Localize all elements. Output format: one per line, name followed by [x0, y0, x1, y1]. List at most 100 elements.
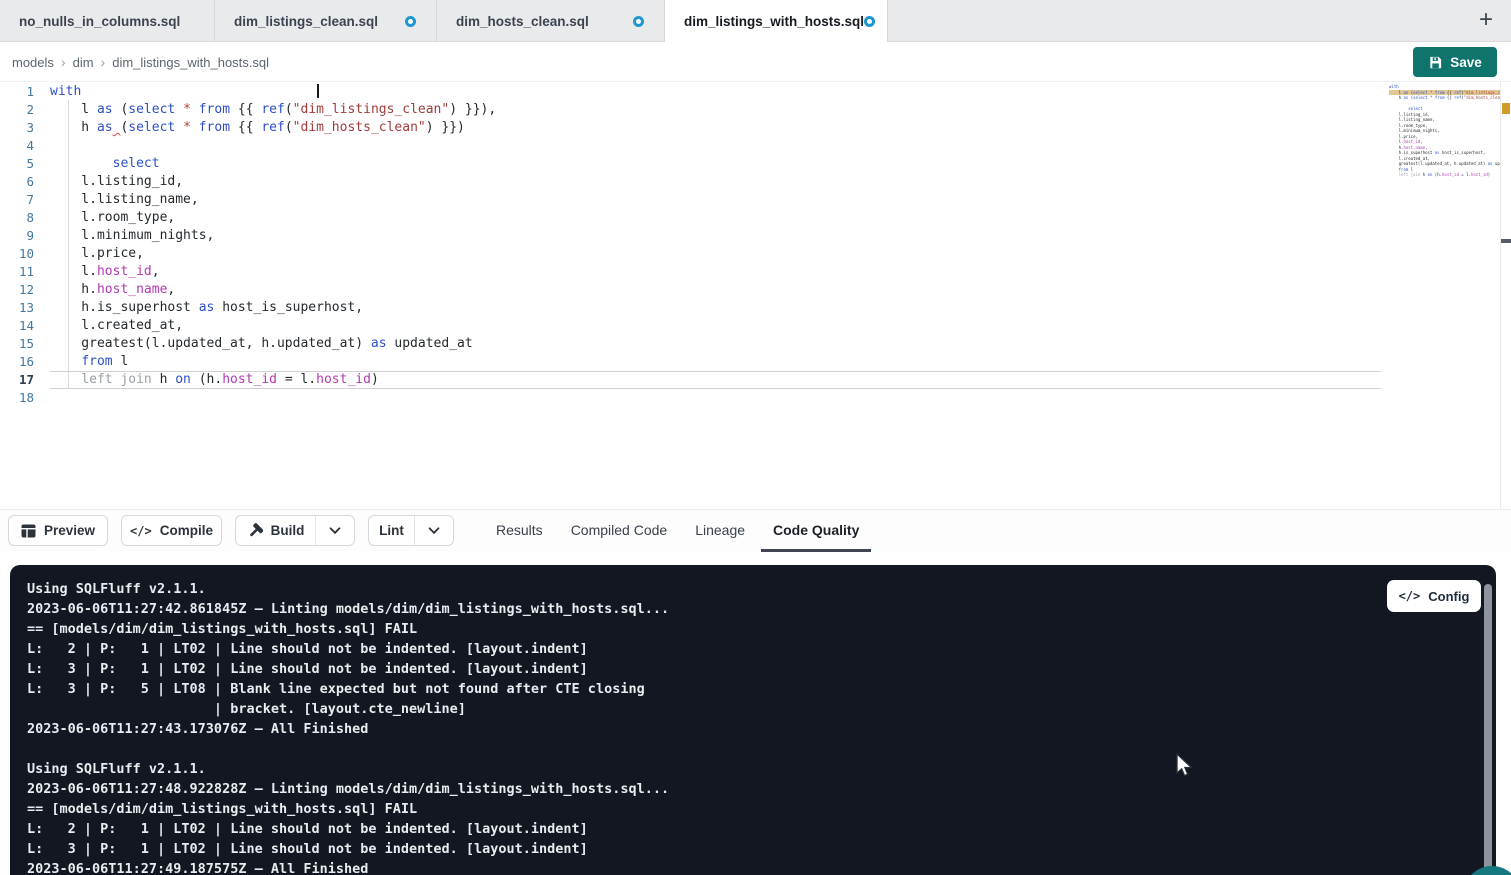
terminal-line: [27, 739, 1496, 759]
code-line: l.host_id,: [50, 263, 1381, 281]
terminal-line: 2023-06-06T11:27:43.173076Z — All Finish…: [27, 719, 1496, 739]
terminal-line: Using SQLFluff v2.1.1.: [27, 759, 1496, 779]
tab-label: no_nulls_in_columns.sql: [19, 14, 180, 29]
editor-tab[interactable]: dim_hosts_clean.sql: [437, 0, 665, 42]
line-number: 14: [0, 317, 34, 335]
terminal-line: | bracket. [layout.cte_newline]: [27, 699, 1496, 719]
table-grid-icon: [21, 524, 36, 538]
editor-tab-bar: no_nulls_in_columns.sql dim_listings_clea…: [0, 0, 1511, 42]
code-line: [50, 137, 1381, 155]
line-number: 5: [0, 155, 34, 173]
overview-ruler-warning-marker: [1502, 103, 1510, 114]
lint-label: Lint: [379, 523, 404, 538]
terminal-line: == [models/dim/dim_listings_with_hosts.s…: [27, 619, 1496, 639]
breadcrumb-segment-models[interactable]: models: [12, 55, 54, 70]
lint-dropdown-button[interactable]: [414, 515, 454, 546]
overview-ruler-border: [1500, 82, 1501, 509]
code-icon: </>: [1399, 589, 1421, 603]
tab-label: dim_hosts_clean.sql: [456, 14, 589, 29]
lint-config-button[interactable]: </> Config: [1387, 580, 1481, 612]
line-number: 18: [0, 389, 34, 407]
minimap-line: left join h on (h.host_id = l.host_id): [1389, 172, 1500, 178]
code-line: l.room_type,: [50, 209, 1381, 227]
terminal-line: == [models/dim/dim_listings_with_hosts.s…: [27, 799, 1496, 819]
tab-label: dim_listings_clean.sql: [234, 14, 378, 29]
chevron-down-icon: [428, 527, 440, 535]
editor-toolbar: Preview </> Compile Build Lint: [0, 509, 1511, 551]
code-line: [50, 389, 1381, 407]
chevron-down-icon: [329, 527, 341, 535]
floppy-disk-icon: [1428, 55, 1443, 70]
tab-code-quality[interactable]: Code Quality: [759, 510, 873, 552]
line-number: 7: [0, 191, 34, 209]
line-number: 8: [0, 209, 34, 227]
terminal-scrollbar[interactable]: [1484, 584, 1492, 875]
build-label: Build: [271, 523, 305, 538]
minimap[interactable]: with l as (select * from {{ ref("dim_lis…: [1389, 84, 1500, 183]
overview-ruler-position-marker: [1501, 239, 1511, 243]
preview-button[interactable]: Preview: [8, 515, 108, 546]
line-number: 15: [0, 335, 34, 353]
line-number-gutter: 123456789101112131415161718: [0, 83, 34, 407]
mouse-cursor: [1176, 753, 1195, 785]
tab-lineage[interactable]: Lineage: [681, 510, 759, 552]
terminal-line: L: 3 | P: 1 | LT02 | Line should not be …: [27, 659, 1496, 679]
line-number: 11: [0, 263, 34, 281]
code-line: l.listing_name,: [50, 191, 1381, 209]
save-button[interactable]: Save: [1413, 47, 1497, 77]
breadcrumb: models › dim › dim_listings_with_hosts.s…: [12, 42, 269, 82]
line-number: 17: [0, 371, 34, 389]
line-number: 9: [0, 227, 34, 245]
unsaved-changes-dot-icon: [405, 16, 416, 27]
editor-tab[interactable]: dim_listings_with_hosts.sql: [665, 0, 888, 42]
line-number: 4: [0, 137, 34, 155]
code-line: select: [50, 155, 1381, 173]
compile-button[interactable]: </> Compile: [121, 515, 222, 546]
code-line: l.created_at,: [50, 317, 1381, 335]
build-button[interactable]: Build: [235, 515, 316, 546]
new-tab-button[interactable]: +: [1471, 6, 1501, 36]
code-icon: </>: [130, 524, 152, 538]
minimap-line: [1389, 178, 1500, 184]
terminal-line: L: 3 | P: 5 | LT08 | Blank line expected…: [27, 679, 1496, 699]
terminal-line: L: 3 | P: 1 | LT02 | Line should not be …: [27, 839, 1496, 859]
code-line: l as (select * from {{ ref("dim_listings…: [50, 101, 1381, 119]
lint-button[interactable]: Lint: [368, 515, 415, 546]
results-panel-tabs: Results Compiled Code Lineage Code Quali…: [482, 510, 873, 552]
hammer-icon: [247, 523, 263, 539]
breadcrumb-separator: ›: [94, 54, 113, 70]
code-line: h.is_superhost as host_is_superhost,: [50, 299, 1381, 317]
code-lines: with l as (select * from {{ ref("dim_lis…: [50, 83, 1381, 407]
terminal-line: L: 2 | P: 1 | LT02 | Line should not be …: [27, 639, 1496, 659]
code-editor[interactable]: 123456789101112131415161718 with l as (s…: [0, 82, 1511, 509]
unsaved-changes-dot-icon: [864, 16, 875, 27]
breadcrumb-separator: ›: [54, 54, 73, 70]
editor-tab[interactable]: no_nulls_in_columns.sql: [0, 0, 215, 42]
lint-output-terminal: Using SQLFluff v2.1.1.2023-06-06T11:27:4…: [10, 565, 1496, 875]
line-number: 2: [0, 101, 34, 119]
terminal-line: 2023-06-06T11:27:42.861845Z — Linting mo…: [27, 599, 1496, 619]
terminal-line: 2023-06-06T11:27:49.187575Z — All Finish…: [27, 859, 1496, 875]
terminal-line: 2023-06-06T11:27:48.922828Z — Linting mo…: [27, 779, 1496, 799]
code-line: with: [50, 83, 1381, 101]
code-line: h.host_name,: [50, 281, 1381, 299]
breadcrumb-segment-dim[interactable]: dim: [73, 55, 94, 70]
code-line: greatest(l.updated_at, h.updated_at) as …: [50, 335, 1381, 353]
build-dropdown-button[interactable]: [315, 515, 355, 546]
breadcrumb-segment-file: dim_listings_with_hosts.sql: [112, 55, 269, 70]
terminal-output: Using SQLFluff v2.1.1.2023-06-06T11:27:4…: [10, 565, 1496, 875]
unsaved-changes-dot-icon: [633, 16, 644, 27]
line-number: 6: [0, 173, 34, 191]
tab-results[interactable]: Results: [482, 510, 557, 552]
line-number: 1: [0, 83, 34, 101]
minimap-line: h as (select * from {{ ref("dim_hosts_cl…: [1389, 95, 1500, 101]
preview-label: Preview: [44, 523, 95, 538]
save-button-label: Save: [1450, 55, 1482, 70]
terminal-line: L: 2 | P: 1 | LT02 | Line should not be …: [27, 819, 1496, 839]
file-header-row: models › dim › dim_listings_with_hosts.s…: [0, 42, 1511, 82]
code-line: l.price,: [50, 245, 1381, 263]
line-number: 12: [0, 281, 34, 299]
code-line: from l: [50, 353, 1381, 371]
tab-compiled-code[interactable]: Compiled Code: [557, 510, 682, 552]
editor-tab[interactable]: dim_listings_clean.sql: [215, 0, 437, 42]
